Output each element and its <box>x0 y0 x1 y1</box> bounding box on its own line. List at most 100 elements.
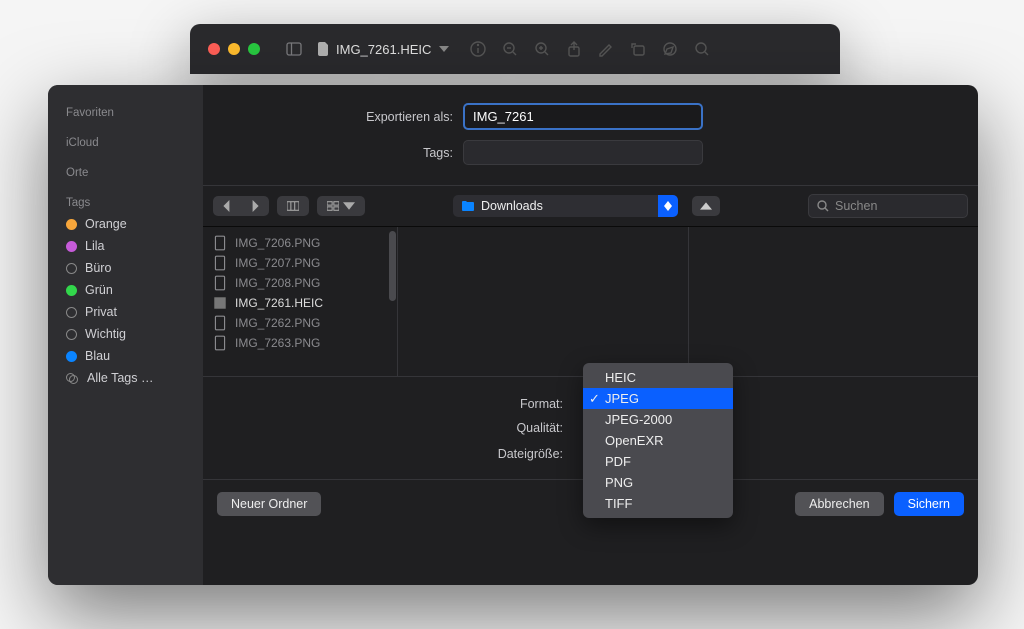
sidebar-toggle-icon[interactable] <box>278 41 310 57</box>
quality-label: Qualität: <box>203 421 573 435</box>
export-dialog: Favoriten iCloud Orte Tags Orange Lila Bür… <box>48 85 978 585</box>
tags-input[interactable] <box>463 140 703 165</box>
highlight-icon[interactable] <box>661 40 679 58</box>
sidebar-icloud-header: iCloud <box>48 133 203 153</box>
filesize-label: Dateigröße: <box>203 447 573 461</box>
dialog-main: Exportieren als: Tags: Downloads <box>203 85 978 585</box>
sidebar-tags-header: Tags <box>48 191 203 213</box>
tag-label: Blau <box>85 349 110 363</box>
finder-sidebar: Favoriten iCloud Orte Tags Orange Lila Bür… <box>48 85 203 585</box>
sidebar-tag-item[interactable]: Privat <box>48 301 203 323</box>
tags-label: Tags: <box>203 146 463 160</box>
tag-label: Büro <box>85 261 111 275</box>
format-option[interactable]: HEIC <box>583 367 733 388</box>
folder-icon <box>461 200 475 212</box>
tag-color-dot <box>66 285 77 296</box>
export-filename-input[interactable] <box>463 103 703 130</box>
file-name: IMG_7207.PNG <box>235 256 320 270</box>
file-thumbnail-icon <box>213 235 227 251</box>
file-row[interactable]: IMG_7207.PNG <box>203 253 397 273</box>
file-name: IMG_7208.PNG <box>235 276 320 290</box>
file-thumbnail-icon <box>213 295 227 311</box>
file-column-empty-1 <box>398 227 689 376</box>
tag-label: Wichtig <box>85 327 126 341</box>
all-tags-icon <box>66 373 79 384</box>
file-browser: IMG_7206.PNG IMG_7207.PNG IMG_7208.PNG IMG_… <box>203 227 978 377</box>
format-option[interactable]: JPEG-2000 <box>583 409 733 430</box>
tag-color-dot <box>66 241 77 252</box>
file-name: IMG_7262.PNG <box>235 316 320 330</box>
minimize-window-button[interactable] <box>228 43 240 55</box>
sidebar-tag-item[interactable]: Büro <box>48 257 203 279</box>
file-thumbnail-icon <box>213 275 227 291</box>
tag-empty-circle <box>66 329 77 340</box>
file-row[interactable]: IMG_7206.PNG <box>203 233 397 253</box>
collapse-button[interactable] <box>692 196 720 216</box>
sidebar-tag-item[interactable]: Lila <box>48 235 203 257</box>
tag-label: Lila <box>85 239 104 253</box>
window-title: IMG_7261.HEIC <box>318 42 449 57</box>
finder-nav-bar: Downloads Suchen <box>203 185 978 227</box>
format-option[interactable]: JPEG <box>583 388 733 409</box>
zoom-in-icon[interactable] <box>533 40 551 58</box>
scrollbar[interactable] <box>389 231 396 301</box>
document-icon <box>318 42 330 56</box>
file-column-empty-2 <box>689 227 979 376</box>
tag-label: Alle Tags … <box>87 371 153 385</box>
file-thumbnail-icon <box>213 255 227 271</box>
markup-icon[interactable] <box>597 40 615 58</box>
share-icon[interactable] <box>565 40 583 58</box>
chevron-down-icon[interactable] <box>439 46 449 52</box>
export-as-label: Exportieren als: <box>203 110 463 124</box>
format-option[interactable]: PNG <box>583 472 733 493</box>
sidebar-tag-item[interactable]: Wichtig <box>48 323 203 345</box>
tag-empty-circle <box>66 263 77 274</box>
preview-toolbar: IMG_7261.HEIC <box>190 24 840 74</box>
format-option[interactable]: TIFF <box>583 493 733 514</box>
close-window-button[interactable] <box>208 43 220 55</box>
cancel-button[interactable]: Abbrechen <box>795 492 883 516</box>
file-row[interactable]: IMG_7261.HEIC <box>203 293 397 313</box>
view-options-button[interactable] <box>317 196 365 216</box>
file-thumbnail-icon <box>213 335 227 351</box>
info-icon[interactable] <box>469 40 487 58</box>
sidebar-tag-item[interactable]: Grün <box>48 279 203 301</box>
file-row[interactable]: IMG_7208.PNG <box>203 273 397 293</box>
file-row[interactable]: IMG_7263.PNG <box>203 333 397 353</box>
forward-button[interactable] <box>241 196 269 216</box>
preview-toolbar-actions <box>469 40 711 58</box>
file-thumbnail-icon <box>213 315 227 331</box>
tag-label: Privat <box>85 305 117 319</box>
file-row[interactable]: IMG_7262.PNG <box>203 313 397 333</box>
maximize-window-button[interactable] <box>248 43 260 55</box>
tag-label: Orange <box>85 217 127 231</box>
updown-icon <box>658 195 678 217</box>
traffic-lights <box>190 43 278 55</box>
location-select[interactable]: Downloads <box>453 195 678 217</box>
file-name: IMG_7261.HEIC <box>235 296 323 310</box>
search-box[interactable]: Suchen <box>808 194 968 218</box>
format-dropdown-menu[interactable]: HEICJPEGJPEG-2000OpenEXRPDFPNGTIFF <box>583 363 733 518</box>
sidebar-tag-item[interactable]: Blau <box>48 345 203 367</box>
tag-label: Grün <box>85 283 113 297</box>
format-label: Format: <box>203 397 573 411</box>
sidebar-favorites-header: Favoriten <box>48 103 203 123</box>
search-icon[interactable] <box>693 40 711 58</box>
location-name: Downloads <box>481 199 543 213</box>
sidebar-tag-item[interactable]: Orange <box>48 213 203 235</box>
zoom-out-icon[interactable] <box>501 40 519 58</box>
file-name: IMG_7263.PNG <box>235 336 320 350</box>
sidebar-tag-item[interactable]: Alle Tags … <box>48 367 203 389</box>
file-column[interactable]: IMG_7206.PNG IMG_7207.PNG IMG_7208.PNG IMG_… <box>203 227 398 376</box>
tag-color-dot <box>66 219 77 230</box>
new-folder-button[interactable]: Neuer Ordner <box>217 492 321 516</box>
back-button[interactable] <box>213 196 241 216</box>
rotate-icon[interactable] <box>629 40 647 58</box>
format-option[interactable]: OpenEXR <box>583 430 733 451</box>
format-option[interactable]: PDF <box>583 451 733 472</box>
view-columns-button[interactable] <box>277 196 309 216</box>
save-button[interactable]: Sichern <box>894 492 964 516</box>
sidebar-locations-header: Orte <box>48 163 203 183</box>
tag-empty-circle <box>66 307 77 318</box>
search-placeholder: Suchen <box>835 199 877 213</box>
